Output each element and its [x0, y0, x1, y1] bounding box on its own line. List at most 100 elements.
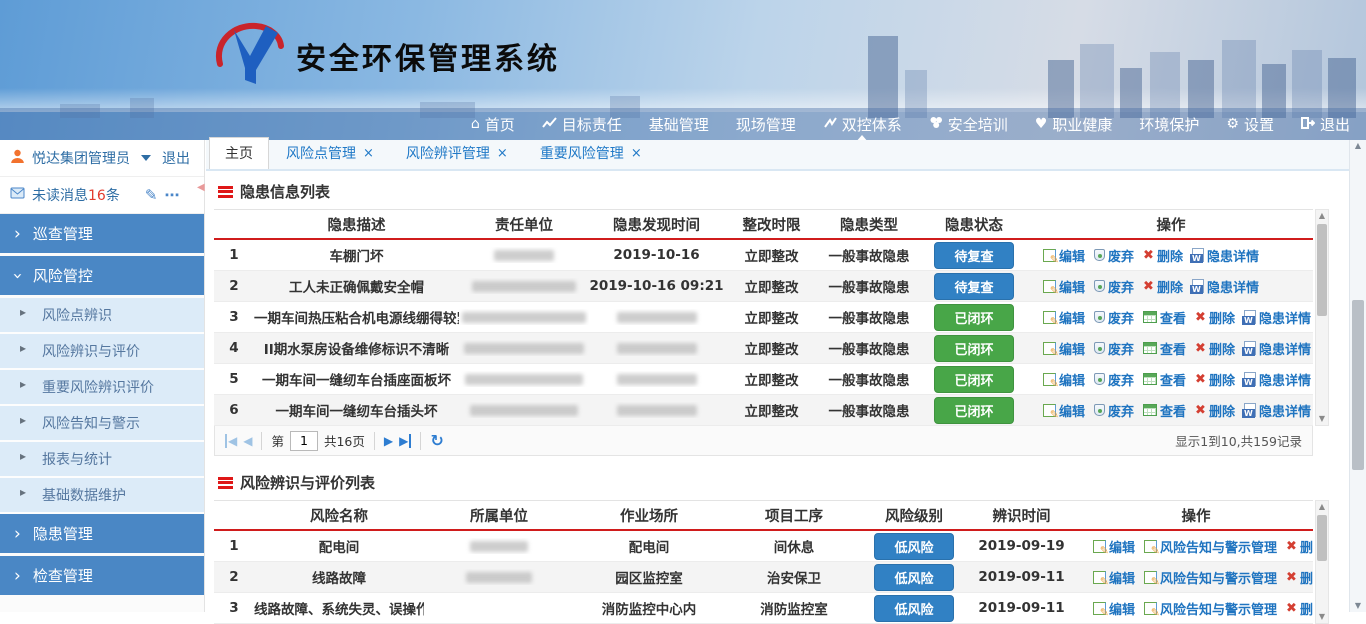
sidebar-item-hidden-danger-management[interactable]: 隐患管理 — [0, 514, 204, 556]
first-page-icon[interactable] — [225, 435, 237, 447]
detail-link[interactable]: 隐患详情 — [1244, 370, 1311, 389]
discard-link[interactable]: 废弃 — [1094, 401, 1134, 420]
scroll-down-icon[interactable] — [1316, 611, 1328, 623]
close-tab-icon[interactable] — [497, 145, 508, 161]
user-name[interactable]: 悦达集团管理员 — [32, 148, 130, 168]
scroll-down-icon[interactable] — [1316, 413, 1328, 425]
tab-major-risk-management[interactable]: 重要风险管理 — [525, 138, 657, 169]
rectify-deadline: 立即整改 — [724, 338, 819, 358]
risk-name: 线路故障、系统失灵、误操作 — [254, 598, 424, 618]
notice-link[interactable]: 风险告知与警示管理 — [1144, 599, 1277, 618]
main-area: 主页 风险点管理 风险辨评管理 重要风险管理 隐患信息列表 隐患描述 责任单位 … — [206, 140, 1349, 612]
discard-link[interactable]: 废弃 — [1094, 246, 1134, 265]
delete-link[interactable]: 删除 — [1195, 339, 1235, 358]
delete-link[interactable]: 删除 — [1195, 370, 1235, 389]
nav-basic-management[interactable]: 基础管理 — [649, 114, 709, 135]
nav-environment-protection[interactable]: 环境保护 — [1139, 114, 1199, 135]
work-place: 园区监控室 — [574, 567, 724, 587]
page-input[interactable] — [290, 431, 318, 451]
hidden-table-scrollbar — [1315, 209, 1329, 426]
scroll-up-icon[interactable] — [1350, 140, 1366, 152]
sidebar-item-reports-statistics[interactable]: 报表与统计 — [0, 442, 204, 478]
nav-target-responsibility[interactable]: 目标责任 — [542, 114, 622, 135]
scroll-thumb[interactable] — [1317, 224, 1327, 316]
view-link[interactable]: 查看 — [1143, 339, 1186, 358]
scroll-down-icon[interactable] — [1350, 600, 1366, 612]
sidebar-item-risk-notice-warning[interactable]: 风险告知与警示 — [0, 406, 204, 442]
nav-settings[interactable]: ⚙ 设置 — [1226, 114, 1274, 135]
nav-safety-training[interactable]: 安全培训 — [929, 114, 1008, 135]
header-banner: 安全环保管理系统 ⌂ 首页 目标责任 基础管理 现场管理 双控体系 — [0, 0, 1366, 140]
notice-icon — [1144, 571, 1157, 584]
sidebar-item-risk-control[interactable]: 风险管控 — [0, 256, 204, 298]
nav-dual-control[interactable]: 双控体系 — [823, 114, 902, 135]
delete-icon — [1286, 601, 1297, 616]
scroll-thumb[interactable] — [1352, 300, 1364, 470]
edit-link[interactable]: 编辑 — [1043, 277, 1085, 296]
refresh-icon[interactable] — [430, 433, 443, 449]
delete-link[interactable]: 删除 — [1195, 401, 1235, 420]
delete-link[interactable]: 删除 — [1195, 308, 1235, 327]
detail-label: 隐患详情 — [1259, 308, 1311, 327]
view-link[interactable]: 查看 — [1143, 308, 1186, 327]
notice-label: 风险告知与警示管理 — [1160, 537, 1277, 556]
edit-link[interactable]: 编辑 — [1043, 246, 1085, 265]
nav-home[interactable]: ⌂ 首页 — [471, 114, 515, 135]
redacted-text — [470, 541, 528, 552]
scroll-up-icon[interactable] — [1316, 501, 1328, 513]
close-tab-icon[interactable] — [363, 145, 374, 161]
edit-link[interactable]: 编辑 — [1093, 599, 1135, 618]
scroll-up-icon[interactable] — [1316, 210, 1328, 222]
detail-link[interactable]: 隐患详情 — [1192, 277, 1259, 296]
delete-label: 删除 — [1300, 599, 1313, 618]
sidebar-item-inspection-management[interactable]: 检查管理 — [0, 556, 204, 598]
sidebar-collapse-handle[interactable]: ◀ — [197, 182, 205, 193]
user-dropdown-icon[interactable] — [141, 155, 151, 161]
detail-link[interactable]: 隐患详情 — [1244, 308, 1311, 327]
detail-link[interactable]: 隐患详情 — [1192, 246, 1259, 265]
edit-link[interactable]: 编辑 — [1093, 568, 1135, 587]
close-tab-icon[interactable] — [631, 145, 642, 161]
sidebar-item-patrol-management[interactable]: 巡查管理 — [0, 214, 204, 256]
scroll-thumb[interactable] — [1317, 515, 1327, 561]
discard-link[interactable]: 废弃 — [1094, 370, 1134, 389]
risk-name: 线路故障 — [254, 567, 424, 587]
discard-link[interactable]: 废弃 — [1094, 308, 1134, 327]
tab-home[interactable]: 主页 — [209, 137, 269, 169]
tab-risk-evaluation-management[interactable]: 风险辨评管理 — [391, 138, 523, 169]
more-icon[interactable]: ⋯ — [164, 186, 179, 204]
delete-link[interactable]: 删除 — [1143, 277, 1183, 296]
detail-link[interactable]: 隐患详情 — [1244, 401, 1311, 420]
sidebar-item-risk-identification-evaluation[interactable]: 风险辨识与评价 — [0, 334, 204, 370]
nav-site-management[interactable]: 现场管理 — [736, 114, 796, 135]
delete-link[interactable]: 删除 — [1143, 246, 1183, 265]
edit-link[interactable]: 编辑 — [1093, 537, 1135, 556]
sidebar-logout-link[interactable]: 退出 — [162, 148, 190, 168]
view-link[interactable]: 查看 — [1143, 401, 1186, 420]
delete-link[interactable]: 删除 — [1286, 568, 1313, 587]
table-row: 1车棚门坏2019-10-16立即整改一般事故隐患待复查编辑废弃删除隐患详情 — [214, 240, 1313, 271]
edit-link[interactable]: 编辑 — [1043, 401, 1085, 420]
edit-link[interactable]: 编辑 — [1043, 308, 1085, 327]
notice-link[interactable]: 风险告知与警示管理 — [1144, 568, 1277, 587]
view-link[interactable]: 查看 — [1143, 370, 1186, 389]
edit-link[interactable]: 编辑 — [1043, 339, 1085, 358]
delete-link[interactable]: 删除 — [1286, 599, 1313, 618]
unread-label[interactable]: 未读消息16条 — [32, 185, 120, 205]
prev-page-icon[interactable] — [243, 435, 252, 447]
next-page-icon[interactable] — [384, 435, 393, 447]
last-page-icon[interactable] — [399, 435, 411, 447]
delete-link[interactable]: 删除 — [1286, 537, 1313, 556]
detail-link[interactable]: 隐患详情 — [1244, 339, 1311, 358]
notice-link[interactable]: 风险告知与警示管理 — [1144, 537, 1277, 556]
compose-icon[interactable]: ✎ — [145, 186, 158, 204]
sidebar-item-major-risk-evaluation[interactable]: 重要风险辨识评价 — [0, 370, 204, 406]
tab-risk-point-management[interactable]: 风险点管理 — [271, 138, 389, 169]
nav-occupational-health[interactable]: ♥ 职业健康 — [1035, 114, 1113, 135]
discard-link[interactable]: 废弃 — [1094, 277, 1134, 296]
sidebar-item-risk-point-identification[interactable]: 风险点辨识 — [0, 298, 204, 334]
sidebar-item-basic-data-maintenance[interactable]: 基础数据维护 — [0, 478, 204, 514]
discard-link[interactable]: 废弃 — [1094, 339, 1134, 358]
nav-logout[interactable]: 退出 — [1301, 114, 1350, 135]
edit-link[interactable]: 编辑 — [1043, 370, 1085, 389]
